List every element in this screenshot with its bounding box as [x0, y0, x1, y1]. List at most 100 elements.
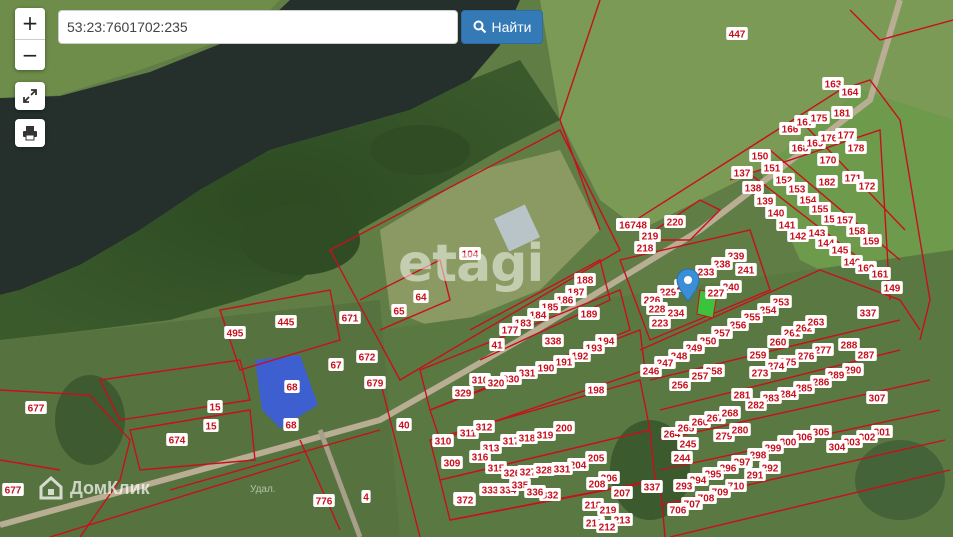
- svg-text:142: 142: [790, 232, 807, 243]
- parcel-label: 137: [731, 166, 753, 180]
- svg-text:149: 149: [884, 284, 901, 295]
- parcel-label: 307: [866, 391, 888, 405]
- cadastral-search-input[interactable]: [58, 10, 458, 44]
- svg-text:447: 447: [729, 30, 746, 41]
- svg-text:223: 223: [652, 319, 669, 330]
- svg-text:319: 319: [537, 431, 554, 442]
- parcel-label: 200: [553, 421, 575, 435]
- svg-text:190: 190: [538, 364, 555, 375]
- svg-text:259: 259: [750, 351, 767, 362]
- parcel-label: 241: [735, 263, 757, 277]
- svg-text:257: 257: [692, 372, 709, 383]
- svg-text:277: 277: [815, 346, 832, 357]
- parcel-label: 671: [339, 311, 361, 325]
- parcel-label: 310: [432, 434, 454, 448]
- svg-text:293: 293: [676, 482, 693, 493]
- svg-text:15: 15: [205, 422, 217, 433]
- parcel-label: 312: [473, 420, 495, 434]
- parcel-label: 219: [639, 229, 661, 243]
- fullscreen-button[interactable]: [15, 82, 45, 110]
- parcel-label: 41: [489, 338, 505, 352]
- svg-text:246: 246: [643, 367, 660, 378]
- svg-text:677: 677: [5, 486, 22, 497]
- parcel-label: 151: [761, 161, 783, 175]
- svg-text:68: 68: [285, 421, 297, 432]
- svg-text:140: 140: [768, 209, 785, 220]
- svg-text:338: 338: [545, 337, 562, 348]
- parcel-label: 319: [534, 428, 556, 442]
- svg-text:328: 328: [536, 466, 553, 477]
- svg-text:151: 151: [764, 164, 781, 175]
- zoom-in-button[interactable]: +: [15, 8, 45, 39]
- svg-text:333: 333: [482, 486, 499, 497]
- svg-text:65: 65: [393, 307, 405, 318]
- print-button[interactable]: [15, 119, 45, 147]
- parcel-label: 15: [203, 419, 219, 433]
- svg-text:679: 679: [367, 379, 384, 390]
- parcel-label: 331: [551, 462, 573, 476]
- svg-text:337: 337: [860, 309, 877, 320]
- svg-text:245: 245: [680, 440, 697, 451]
- parcel-label: 40: [396, 418, 412, 432]
- svg-text:189: 189: [581, 310, 598, 321]
- svg-text:268: 268: [722, 409, 739, 420]
- parcel-label: 164: [839, 85, 861, 99]
- parcel-label: 138: [742, 181, 764, 195]
- zoom-out-button[interactable]: −: [15, 39, 45, 70]
- svg-text:137: 137: [734, 169, 751, 180]
- svg-text:244: 244: [674, 454, 691, 465]
- parcel-label: 220: [664, 215, 686, 229]
- svg-text:280: 280: [732, 426, 749, 437]
- svg-text:304: 304: [829, 443, 846, 454]
- parcel-label: 139: [754, 194, 776, 208]
- expand-icon: [23, 89, 37, 103]
- printer-icon: [23, 126, 37, 141]
- parcel-label: 447: [726, 27, 748, 41]
- parcel-label: 223: [649, 316, 671, 330]
- parcel-label: 273: [749, 366, 771, 380]
- parcel-label: 706: [667, 503, 689, 517]
- parcel-label: 65: [391, 304, 407, 318]
- parcel-label: 287: [855, 348, 877, 362]
- parcel-label: 245: [677, 437, 699, 451]
- svg-text:191: 191: [556, 358, 573, 369]
- parcel-label: 182: [816, 175, 838, 189]
- svg-text:312: 312: [476, 423, 493, 434]
- parcel-label: 178: [845, 141, 867, 155]
- parcel-label: 291: [744, 468, 766, 482]
- svg-text:219: 219: [642, 232, 659, 243]
- svg-text:64: 64: [415, 293, 427, 304]
- svg-text:150: 150: [752, 152, 769, 163]
- svg-text:198: 198: [588, 386, 605, 397]
- svg-text:273: 273: [752, 369, 769, 380]
- svg-text:227: 227: [708, 289, 725, 300]
- domclick-text: ДомКлик: [70, 477, 150, 498]
- parcel-label: 244: [671, 451, 693, 465]
- svg-text:671: 671: [342, 314, 359, 325]
- svg-text:208: 208: [589, 480, 606, 491]
- parcel-label: 281: [731, 388, 753, 402]
- parcel-label: 159: [860, 234, 882, 248]
- parcel-label: 445: [275, 315, 297, 329]
- search-button[interactable]: Найти: [461, 10, 543, 44]
- parcel-label: 320: [485, 376, 507, 390]
- svg-text:178: 178: [848, 144, 865, 155]
- svg-text:331: 331: [554, 465, 571, 476]
- parcel-label: 140: [765, 206, 787, 220]
- location-pin-icon[interactable]: [676, 268, 700, 302]
- parcel-label: 260: [767, 335, 789, 349]
- svg-text:161: 161: [872, 270, 889, 281]
- parcel-label: 679: [364, 376, 386, 390]
- parcel-label: 309: [441, 456, 463, 470]
- svg-text:220: 220: [667, 218, 684, 229]
- zoom-controls: + −: [15, 8, 45, 70]
- svg-text:281: 281: [734, 391, 751, 402]
- street-label: Удал.: [250, 484, 276, 495]
- svg-text:15: 15: [209, 403, 221, 414]
- svg-text:282: 282: [748, 401, 765, 412]
- parcel-label: 218: [634, 241, 656, 255]
- parcel-label: 228: [646, 302, 668, 316]
- parcel-label: 189: [578, 307, 600, 321]
- svg-text:200: 200: [556, 424, 573, 435]
- svg-text:182: 182: [819, 178, 836, 189]
